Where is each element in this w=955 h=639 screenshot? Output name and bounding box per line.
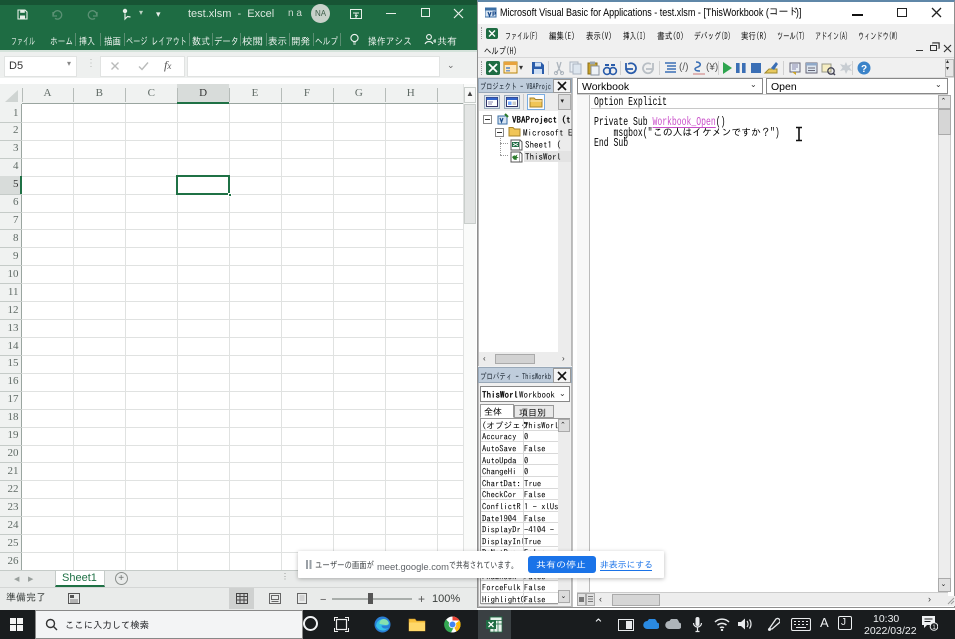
svg-text:?: ?	[861, 64, 867, 75]
